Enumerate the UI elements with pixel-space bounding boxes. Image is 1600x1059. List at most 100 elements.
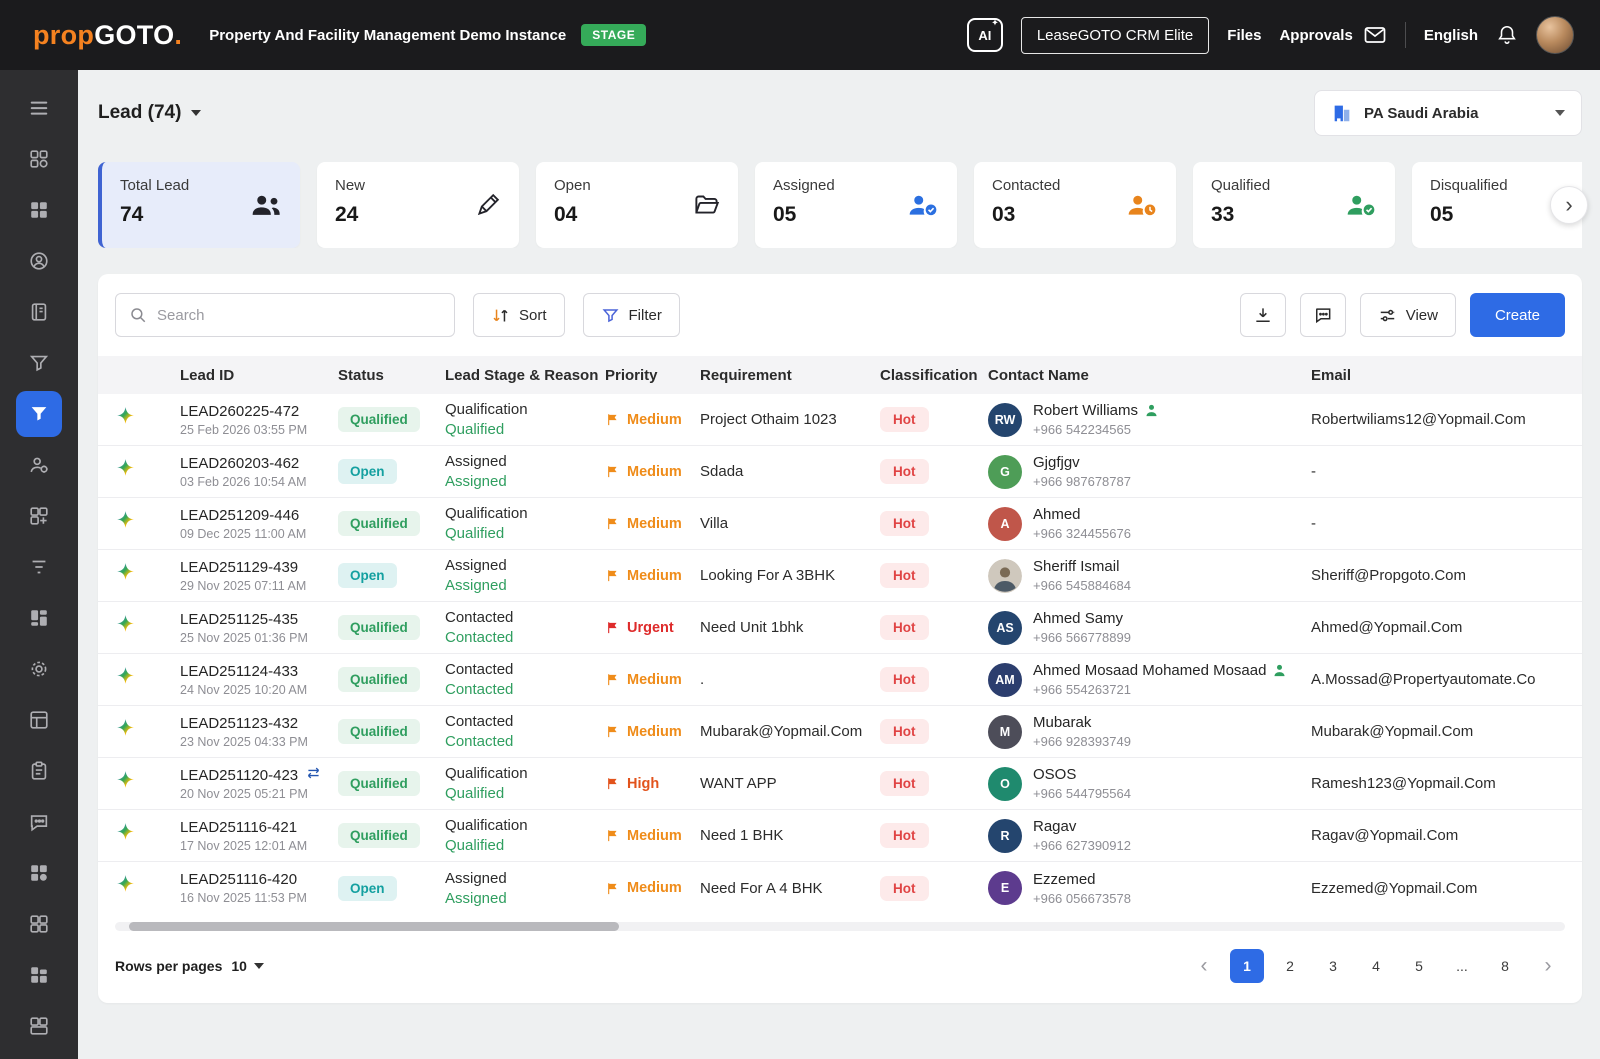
pagination-next-button[interactable]: › <box>1531 949 1565 983</box>
lead-table-card: Sort Filter View <box>98 274 1582 1003</box>
ai-assistant-button[interactable]: AI <box>967 18 1003 52</box>
lead-reason: Contacted <box>445 681 595 698</box>
pagination-page-1[interactable]: 1 <box>1230 949 1264 983</box>
table-row[interactable]: LEAD251120-423 20 Nov 2025 05:21 PM Quali… <box>98 758 1582 810</box>
lead-id-link[interactable]: LEAD260203-462 <box>180 455 299 472</box>
table-row[interactable]: LEAD251124-43324 Nov 2025 10:20 AM Quali… <box>98 654 1582 706</box>
sidebar-item-workspace[interactable] <box>0 694 78 745</box>
lead-date: 20 Nov 2025 05:21 PM <box>180 787 328 801</box>
contact-avatar: G <box>988 455 1022 489</box>
table-row[interactable]: LEAD251116-42117 Nov 2025 12:01 AM Quali… <box>98 810 1582 862</box>
pagination-page-2[interactable]: 2 <box>1273 949 1307 983</box>
funnel-icon <box>28 352 50 374</box>
horizontal-scrollbar-track[interactable] <box>115 922 1565 931</box>
table-row[interactable]: LEAD251116-42016 Nov 2025 11:53 PM Open … <box>98 862 1582 914</box>
sidebar-item-boards[interactable] <box>0 592 78 643</box>
lead-date: 17 Nov 2025 12:01 AM <box>180 839 328 853</box>
stat-card-assigned[interactable]: Assigned05 <box>755 162 957 248</box>
sidebar-item-apps[interactable] <box>0 490 78 541</box>
priority-cell: Medium <box>605 464 690 480</box>
sidebar-item-leads-active[interactable] <box>0 388 78 439</box>
sidebar-item-reports[interactable] <box>0 745 78 796</box>
horizontal-scrollbar-thumb[interactable] <box>129 922 619 931</box>
table-row[interactable]: LEAD251209-44609 Dec 2025 11:00 AM Quali… <box>98 498 1582 550</box>
stat-card-open[interactable]: Open04 <box>536 162 738 248</box>
priority-cell: Medium <box>605 568 690 584</box>
email-cell: Ragav@Yopmail.Com <box>1311 827 1582 844</box>
stat-card-qualified[interactable]: Qualified33 <box>1193 162 1395 248</box>
menu-toggle-button[interactable] <box>0 82 78 133</box>
lead-id-link[interactable]: LEAD251125-435 <box>180 611 298 628</box>
lead-reason: Contacted <box>445 629 595 646</box>
create-button[interactable]: Create <box>1470 293 1565 337</box>
lead-id-link[interactable]: LEAD251123-432 <box>180 715 298 732</box>
approvals-link[interactable]: Approvals <box>1279 27 1352 44</box>
files-link[interactable]: Files <box>1227 27 1261 44</box>
stat-card-new[interactable]: New24 <box>317 162 519 248</box>
sidebar-item-facility[interactable] <box>0 949 78 1000</box>
lead-reason: Assigned <box>445 890 595 907</box>
table-row[interactable]: LEAD260225-47225 Feb 2026 03:55 PM Quali… <box>98 394 1582 446</box>
stat-card-total-lead[interactable]: Total Lead74 <box>98 162 300 248</box>
table-row[interactable]: LEAD260203-46203 Feb 2026 10:54 AM Open … <box>98 446 1582 498</box>
lead-id-link[interactable]: LEAD260225-472 <box>180 403 299 420</box>
table-row[interactable]: LEAD251129-43929 Nov 2025 07:11 AM Open … <box>98 550 1582 602</box>
sidebar-item-contacts[interactable] <box>0 235 78 286</box>
lead-id-link[interactable]: LEAD251129-439 <box>180 559 298 576</box>
property-selector[interactable]: PA Saudi Arabia <box>1314 90 1582 136</box>
sidebar-item-assets[interactable] <box>0 898 78 949</box>
lead-id-link[interactable]: LEAD251120-423 <box>180 767 298 784</box>
view-button[interactable]: View <box>1360 293 1456 337</box>
pagination-page-8[interactable]: 8 <box>1488 949 1522 983</box>
email-cell: Ahmed@Yopmail.Com <box>1311 619 1582 636</box>
rows-per-page-select[interactable]: 10 <box>231 958 264 974</box>
email-cell: - <box>1311 515 1582 532</box>
table-row[interactable]: LEAD251123-43223 Nov 2025 04:33 PM Quali… <box>98 706 1582 758</box>
language-selector[interactable]: English <box>1424 27 1478 44</box>
pagination-ellipsis[interactable]: ... <box>1445 949 1479 983</box>
lead-id-link[interactable]: LEAD251124-433 <box>180 663 298 680</box>
sidebar-item-operations[interactable] <box>0 439 78 490</box>
app-logo[interactable]: propGOTO. <box>33 20 182 51</box>
contact-phone: +966 324455676 <box>1033 526 1131 541</box>
sidebar-item-ledger[interactable] <box>0 286 78 337</box>
notifications-bell-icon[interactable] <box>1496 24 1518 46</box>
lead-id-link[interactable]: LEAD251116-420 <box>180 871 297 888</box>
download-button[interactable] <box>1240 293 1286 337</box>
lead-id-link[interactable]: LEAD251209-446 <box>180 507 299 524</box>
user-avatar[interactable] <box>1536 16 1574 54</box>
search-input[interactable] <box>157 307 441 324</box>
sidebar-item-filters[interactable] <box>0 541 78 592</box>
main-content: Lead (74) PA Saudi Arabia Total Lead74 N… <box>78 70 1600 1059</box>
pagination-page-5[interactable]: 5 <box>1402 949 1436 983</box>
mail-icon[interactable] <box>1363 23 1387 47</box>
pagination-prev-button[interactable]: ‹ <box>1187 949 1221 983</box>
stats-scroll-next-button[interactable]: › <box>1550 186 1588 224</box>
sort-button[interactable]: Sort <box>473 293 565 337</box>
filter-button[interactable]: Filter <box>583 293 680 337</box>
status-badge: Qualified <box>338 407 420 432</box>
sidebar <box>0 70 78 1059</box>
sidebar-item-chat[interactable] <box>0 796 78 847</box>
page-title-dropdown[interactable]: Lead (74) <box>98 102 201 124</box>
sidebar-item-modules[interactable] <box>0 184 78 235</box>
search-box[interactable] <box>115 293 455 337</box>
sidebar-item-dashboard[interactable] <box>0 133 78 184</box>
assets-grid-icon <box>28 913 50 935</box>
classification-badge: Hot <box>880 719 929 744</box>
table-row[interactable]: LEAD251125-43525 Nov 2025 01:36 PM Quali… <box>98 602 1582 654</box>
chevron-down-icon <box>254 963 264 969</box>
lead-id-link[interactable]: LEAD251116-421 <box>180 819 297 836</box>
sidebar-item-pipeline[interactable] <box>0 337 78 388</box>
stat-card-contacted[interactable]: Contacted03 <box>974 162 1176 248</box>
pagination-page-3[interactable]: 3 <box>1316 949 1350 983</box>
lead-stage: Qualification <box>445 765 595 782</box>
sidebar-item-inventory[interactable] <box>0 847 78 898</box>
flag-icon <box>605 620 620 635</box>
comments-button[interactable] <box>1300 293 1346 337</box>
flag-icon <box>605 724 620 739</box>
sidebar-item-more[interactable] <box>0 1000 78 1051</box>
sidebar-item-settings[interactable] <box>0 643 78 694</box>
crm-elite-button[interactable]: LeaseGOTO CRM Elite <box>1021 17 1209 54</box>
pagination-page-4[interactable]: 4 <box>1359 949 1393 983</box>
